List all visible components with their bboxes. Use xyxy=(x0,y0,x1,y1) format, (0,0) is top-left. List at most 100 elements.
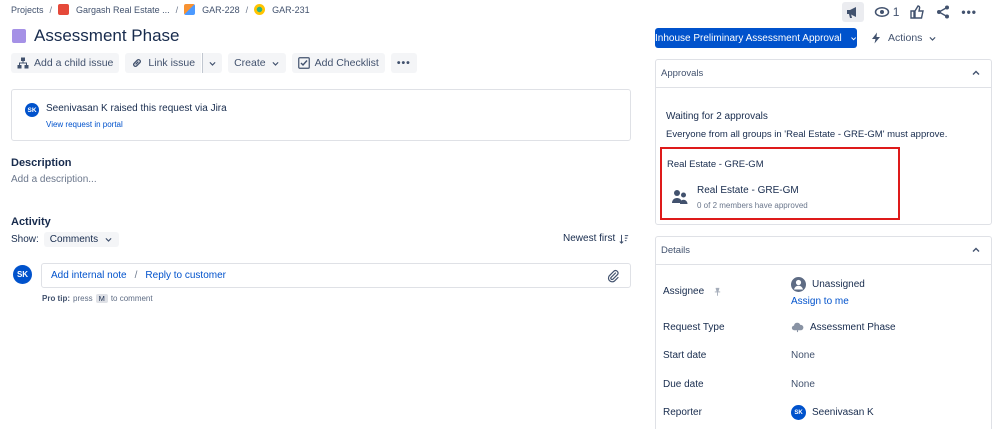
breadcrumb-separator: / xyxy=(49,4,53,15)
title-row: Assessment Phase xyxy=(12,26,180,46)
user-icon xyxy=(791,277,806,292)
breadcrumb-separator: / xyxy=(245,4,249,15)
request-raised-text: Seenivasan K raised this request via Jir… xyxy=(46,103,227,114)
comment-editor[interactable]: Add internal note / Reply to customer xyxy=(41,263,631,288)
status-label: Inhouse Preliminary Assessment Approval xyxy=(655,32,842,44)
chevron-down-icon xyxy=(209,61,216,66)
pin-icon[interactable] xyxy=(713,287,722,296)
description-input[interactable]: Add a description... xyxy=(11,174,97,185)
pro-tip-press: press xyxy=(73,294,93,303)
sort-label: Newest first xyxy=(563,233,616,244)
share-icon[interactable] xyxy=(935,4,951,20)
link-issue-dropdown[interactable] xyxy=(202,53,223,73)
actions-label: Actions xyxy=(888,32,923,44)
requester-name[interactable]: Seenivasan K xyxy=(46,103,108,114)
project-icon xyxy=(58,4,70,15)
field-label-assignee: Assignee xyxy=(663,286,722,297)
start-date-value[interactable]: None xyxy=(791,350,815,361)
add-checklist-button[interactable]: Add Checklist xyxy=(291,53,385,73)
add-child-issue-label: Add a child issue xyxy=(34,57,114,69)
parent-issue-icon xyxy=(184,4,196,15)
activity-filter: Show: Comments xyxy=(11,232,120,247)
link-icon xyxy=(133,59,142,67)
chevron-down-icon xyxy=(929,36,936,41)
thumbs-up-icon[interactable] xyxy=(909,4,925,20)
issue-toolbar: Add a child issue Link issue Create Add … xyxy=(11,53,417,73)
eye-icon xyxy=(874,7,889,17)
details-header[interactable]: Details xyxy=(656,237,991,265)
issue-type-icon xyxy=(12,29,26,43)
breadcrumb-issue[interactable]: GAR-231 xyxy=(272,5,310,15)
activity-filter-value: Comments xyxy=(49,234,99,245)
request-type-label: Request Type xyxy=(663,322,725,333)
request-summary: SK Seenivasan K raised this request via … xyxy=(11,89,631,141)
due-date-value[interactable]: None xyxy=(791,379,815,390)
reply-to-customer-link[interactable]: Reply to customer xyxy=(145,270,226,281)
breadcrumb-parent[interactable]: GAR-228 xyxy=(202,5,240,15)
request-type-value[interactable]: Assessment Phase xyxy=(791,322,896,333)
chevron-up-icon xyxy=(972,70,980,75)
create-label: Create xyxy=(234,57,266,69)
approvals-header[interactable]: Approvals xyxy=(656,60,991,88)
sort-toggle[interactable]: Newest first xyxy=(563,233,629,244)
reporter-value[interactable]: SK Seenivasan K xyxy=(791,405,874,420)
watch-count: 1 xyxy=(892,5,900,19)
issue-icon xyxy=(254,4,266,15)
lightning-icon xyxy=(872,32,880,44)
breadcrumb-projects[interactable]: Projects xyxy=(11,5,44,15)
status-transition-button[interactable]: Inhouse Preliminary Assessment Approval xyxy=(655,28,857,48)
page-title[interactable]: Assessment Phase xyxy=(34,26,180,46)
link-issue-label: Link issue xyxy=(148,57,196,69)
pro-tip-label: Pro tip: xyxy=(42,294,70,303)
avatar: SK xyxy=(25,103,39,117)
show-label: Show: xyxy=(11,234,39,245)
breadcrumb-project[interactable]: Gargash Real Estate ... xyxy=(76,5,170,15)
avatar: SK xyxy=(13,265,32,284)
more-actions-button[interactable]: ••• xyxy=(390,53,417,73)
request-type-name: Assessment Phase xyxy=(810,322,896,333)
add-internal-note-link[interactable]: Add internal note xyxy=(51,270,127,281)
pro-tip-tail: to comment xyxy=(110,294,153,303)
keyboard-key: M xyxy=(95,294,108,303)
chevron-down-icon xyxy=(272,61,279,66)
approver-group-label: Real Estate - GRE-GM xyxy=(667,159,764,170)
details-panel: Details Assignee Unassigned Assign to me… xyxy=(655,236,992,429)
paperclip-icon[interactable] xyxy=(606,269,620,283)
approvals-heading: Approvals xyxy=(661,68,704,79)
approver-group-highlight: Real Estate - GRE-GM Real Estate - GRE-G… xyxy=(660,147,900,220)
activity-filter-select[interactable]: Comments xyxy=(43,232,120,247)
raised-text: raised this request via xyxy=(110,103,208,114)
add-checklist-label: Add Checklist xyxy=(314,57,379,69)
issue-header-actions: 1 ••• xyxy=(841,2,977,22)
approvals-panel: Approvals Waiting for 2 approvals Everyo… xyxy=(655,59,992,225)
hierarchy-icon xyxy=(17,57,29,69)
cloud-icon xyxy=(791,322,804,333)
activity-heading: Activity xyxy=(11,216,51,228)
description-heading: Description xyxy=(11,157,72,169)
approver-group-name: Real Estate - GRE-GM xyxy=(697,185,799,196)
more-icon[interactable]: ••• xyxy=(961,5,977,19)
chevron-down-icon xyxy=(850,36,856,40)
create-button[interactable]: Create xyxy=(228,53,286,73)
people-group-icon xyxy=(672,190,688,204)
approver-group-count: 0 of 2 members have approved xyxy=(697,201,808,210)
start-date-label: Start date xyxy=(663,350,707,361)
add-child-issue-button[interactable]: Add a child issue xyxy=(11,53,120,73)
sort-icon xyxy=(619,234,629,244)
assignee-value[interactable]: Unassigned xyxy=(791,277,865,292)
assignee-label: Assignee xyxy=(663,286,705,297)
chevron-down-icon xyxy=(105,237,112,242)
details-heading: Details xyxy=(661,245,691,256)
megaphone-icon[interactable] xyxy=(841,2,864,22)
breadcrumb-separator: / xyxy=(175,4,179,15)
actions-button[interactable]: Actions xyxy=(870,28,937,48)
reporter-label: Reporter xyxy=(663,407,702,418)
breadcrumb: Projects / Gargash Real Estate ... / GAR… xyxy=(11,4,310,15)
request-channel: Jira xyxy=(210,103,227,114)
checklist-icon xyxy=(297,57,310,69)
assignee-name: Unassigned xyxy=(812,279,865,290)
watch-button[interactable]: 1 xyxy=(874,4,900,20)
view-in-portal-link[interactable]: View request in portal xyxy=(46,120,123,129)
link-issue-button[interactable]: Link issue xyxy=(125,53,202,73)
assign-to-me-link[interactable]: Assign to me xyxy=(791,296,849,307)
